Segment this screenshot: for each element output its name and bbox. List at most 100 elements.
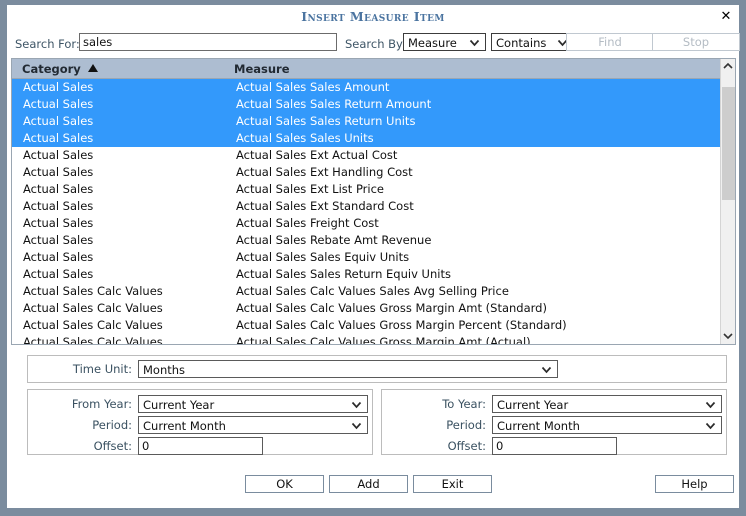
search-toolbar: Search For: Search By: Measure Contains …: [7, 33, 739, 55]
table-row[interactable]: Actual Sales Calc Values Actual Sales Cal…: [12, 334, 720, 344]
cell-measure: Actual Sales Calc Values Gross Margin Pe…: [236, 318, 567, 332]
help-button[interactable]: Help: [655, 475, 734, 493]
table-row[interactable]: Actual Sales Actual Sales Ext List Price: [12, 181, 720, 198]
table-row[interactable]: Actual Sales Actual Sales Freight Cost: [12, 215, 720, 232]
to-period-label: Period:: [382, 418, 486, 432]
search-by-select[interactable]: Measure: [403, 33, 486, 51]
cell-category: Actual Sales: [23, 80, 93, 94]
search-by-value: Measure: [408, 36, 457, 50]
cell-measure: Actual Sales Sales Return Amount: [236, 97, 431, 111]
chevron-down-icon: [705, 420, 716, 431]
from-period-label: Period:: [28, 418, 132, 432]
search-for-label: Search For:: [15, 37, 80, 51]
from-period-value: Current Month: [143, 419, 226, 433]
to-period-value: Current Month: [497, 419, 580, 433]
time-unit-select[interactable]: Months: [138, 360, 558, 378]
to-period-select[interactable]: Current Month: [492, 416, 722, 434]
from-year-label: From Year:: [28, 397, 132, 411]
dialog-button-bar: OK Add Exit Help: [7, 469, 739, 499]
cell-measure: Actual Sales Sales Units: [236, 131, 374, 145]
cell-category: Actual Sales Calc Values: [23, 318, 163, 332]
table-row[interactable]: Actual Sales Actual Sales Sales Equiv Uni…: [12, 249, 720, 266]
table-row[interactable]: Actual SalesActual Sales Ext Handling Co…: [12, 164, 720, 181]
match-mode-value: Contains: [496, 36, 546, 50]
cell-category: Actual Sales Calc Values: [23, 301, 163, 315]
cell-category: Actual Sales Calc Values: [23, 335, 163, 344]
cell-category: Actual Sales Calc Values: [23, 284, 163, 298]
time-unit-label: Time Unit:: [28, 362, 132, 376]
page-title: Insert Measure Item: [7, 9, 739, 24]
to-offset-input[interactable]: [492, 437, 617, 455]
title-bar: Insert Measure Item ✕: [7, 5, 739, 31]
table-row[interactable]: Actual Sales Actual Sales Ext Actual Cost: [12, 147, 720, 164]
cell-measure: Actual Sales Ext Standard Cost: [236, 199, 414, 213]
cell-category: Actual Sales: [23, 267, 93, 281]
to-group: To Year: Current Year Period: Current Mo…: [381, 389, 727, 455]
column-header-measure[interactable]: Measure: [234, 62, 290, 76]
table-row[interactable]: Actual Sales Actual Sales Sales Units: [12, 130, 720, 147]
scroll-up-icon[interactable]: [721, 59, 735, 74]
cell-category: Actual Sales: [23, 250, 93, 264]
time-unit-value: Months: [143, 363, 185, 377]
chevron-down-icon: [469, 37, 480, 48]
cell-measure: Actual Sales Sales Return Units: [236, 114, 415, 128]
table-row[interactable]: Actual Sales Actual Sales Ext Standard Co…: [12, 198, 720, 215]
cell-category: Actual Sales: [23, 233, 93, 247]
table-row[interactable]: Actual Sales Actual Sales Sales Return Eq…: [12, 266, 720, 283]
cell-category: Actual Sales: [23, 148, 93, 162]
cell-measure: Actual Sales Freight Cost: [236, 216, 379, 230]
cell-measure: Actual Sales Ext List Price: [236, 182, 384, 196]
match-mode-select[interactable]: Contains: [491, 33, 574, 51]
add-button[interactable]: Add: [329, 475, 408, 493]
search-by-label: Search By:: [345, 37, 406, 51]
from-year-value: Current Year: [143, 398, 214, 412]
measure-list: Category Measure Actual SalesActual Sale…: [11, 58, 736, 345]
time-unit-group: Time Unit: Months: [27, 355, 727, 383]
list-scrollbar[interactable]: [720, 59, 735, 344]
from-offset-input[interactable]: [138, 437, 263, 455]
table-row[interactable]: Actual Sales Actual Sales Sales Return Am…: [12, 96, 720, 113]
cell-measure: Actual Sales Calc Values Gross Margin Am…: [236, 335, 531, 344]
dialog-body: Insert Measure Item ✕ Search For: Search…: [7, 5, 739, 508]
close-icon[interactable]: ✕: [717, 8, 735, 26]
sort-ascending-icon: [88, 64, 98, 72]
search-input[interactable]: [79, 33, 337, 51]
to-offset-label: Offset:: [382, 439, 486, 453]
dialog-window: Insert Measure Item ✕ Search For: Search…: [0, 0, 746, 516]
table-row[interactable]: Actual Sales Actual Sales Rebate Amt Reve…: [12, 232, 720, 249]
scroll-down-icon[interactable]: [721, 329, 735, 344]
column-header-category[interactable]: Category: [22, 62, 81, 76]
table-row[interactable]: Actual Sales Calc Values Actual Sales Cal…: [12, 283, 720, 300]
from-year-select[interactable]: Current Year: [138, 395, 368, 413]
exit-button[interactable]: Exit: [413, 475, 492, 493]
list-header: Category Measure: [12, 59, 735, 79]
table-row[interactable]: Actual Sales Actual Sales Sales Amount: [12, 79, 720, 96]
from-group: From Year: Current Year Period: Current …: [27, 389, 373, 455]
cell-measure: Actual Sales Calc Values Gross Margin Am…: [236, 301, 547, 315]
cell-measure: Actual Sales Sales Amount: [236, 80, 389, 94]
table-row[interactable]: Actual Sales Calc Values Actual Sales Cal…: [12, 317, 720, 334]
cell-measure: Actual Sales Sales Return Equiv Units: [236, 267, 451, 281]
cell-measure: Actual Sales Calc Values Sales Avg Selli…: [236, 284, 509, 298]
find-button[interactable]: Find: [566, 33, 654, 51]
cell-category: Actual Sales: [23, 216, 93, 230]
table-row[interactable]: Actual Sales Calc Values Actual Sales Cal…: [12, 300, 720, 317]
stop-button[interactable]: Stop: [652, 33, 740, 51]
list-rows[interactable]: Actual SalesActual Sales Sales AmountAct…: [12, 79, 720, 344]
to-year-value: Current Year: [497, 398, 568, 412]
cell-category: Actual Sales: [23, 97, 93, 111]
to-year-select[interactable]: Current Year: [492, 395, 722, 413]
chevron-down-icon: [351, 420, 362, 431]
cell-category: Actual Sales: [23, 131, 93, 145]
table-row[interactable]: Actual Sales Actual Sales Sales Return Un…: [12, 113, 720, 130]
cell-measure: Actual Sales Ext Actual Cost: [236, 148, 397, 162]
from-period-select[interactable]: Current Month: [138, 416, 368, 434]
cell-measure: Actual Sales Rebate Amt Revenue: [236, 233, 431, 247]
scrollbar-thumb[interactable]: [722, 87, 735, 200]
ok-button[interactable]: OK: [245, 475, 324, 493]
cell-category: Actual Sales: [23, 165, 93, 179]
cell-category: Actual Sales: [23, 199, 93, 213]
cell-category: Actual Sales: [23, 182, 93, 196]
cell-category: Actual Sales: [23, 114, 93, 128]
cell-measure: Actual Sales Sales Equiv Units: [236, 250, 409, 264]
